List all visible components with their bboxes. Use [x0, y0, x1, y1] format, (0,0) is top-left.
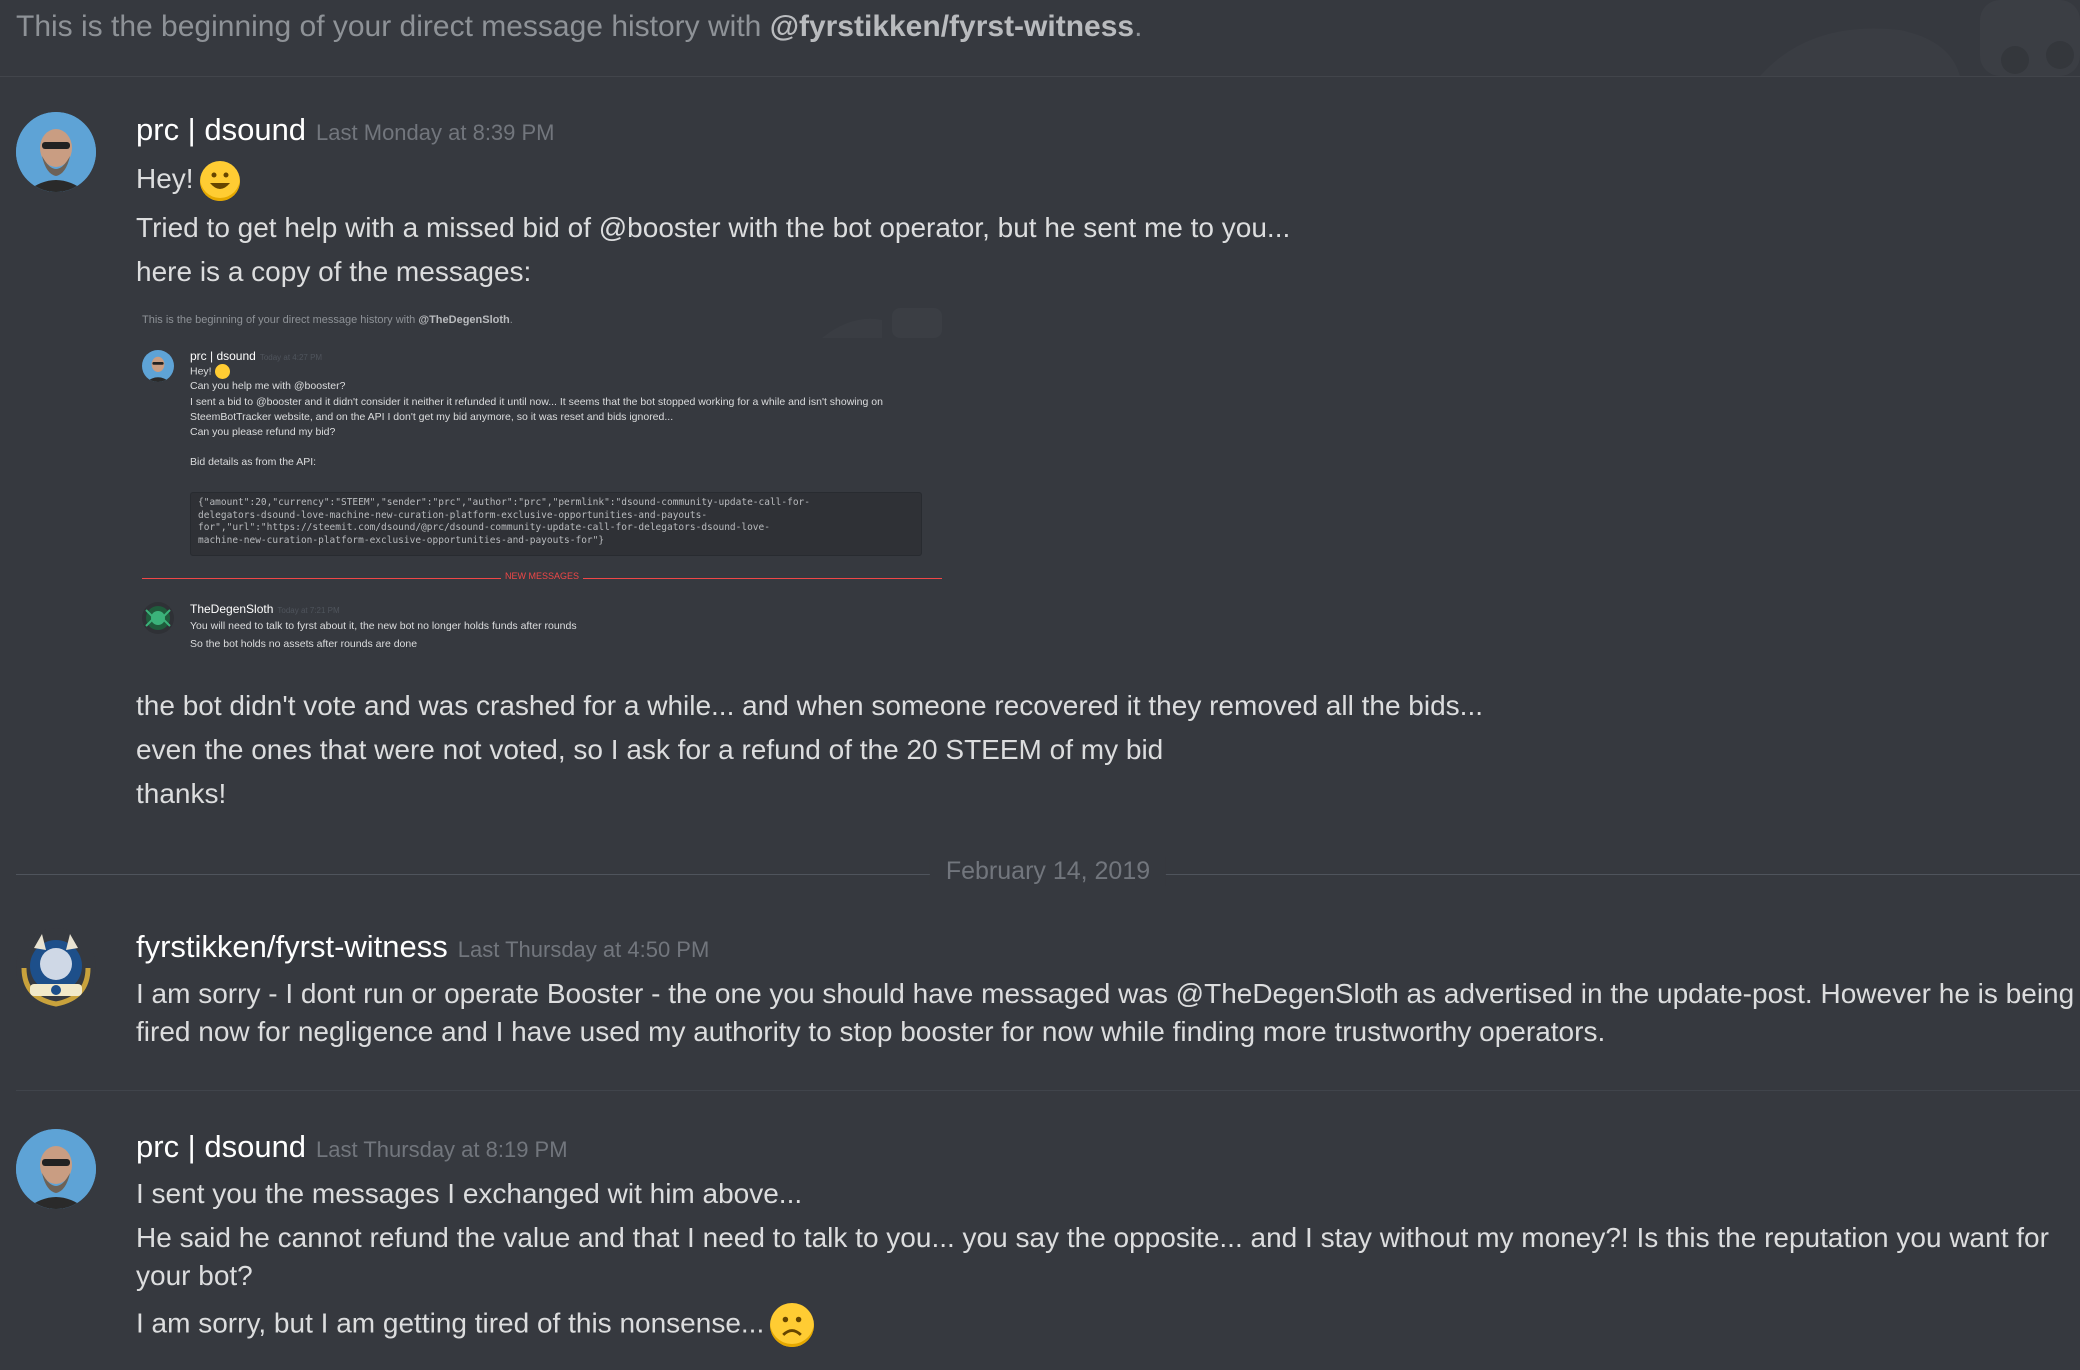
embed-code-block: {"amount":20,"currency":"STEEM","sender"… [190, 492, 922, 556]
username[interactable]: prc | dsound [136, 112, 306, 147]
message-header: prc | dsound Last Thursday at 8:19 PM [136, 1129, 568, 1165]
message-line: the bot didn't vote and was crashed for … [136, 690, 1484, 721]
timestamp: Last Thursday at 4:50 PM [457, 937, 710, 962]
message-line: here is a copy of the messages: [136, 256, 532, 287]
embed-line: I sent a bid to @booster and it didn't c… [190, 396, 883, 408]
message-separator [16, 1090, 2080, 1091]
message-line: He said he cannot refund the value and t… [136, 1222, 2049, 1253]
attached-screenshot[interactable]: This is the beginning of your direct mes… [136, 302, 942, 658]
embed-line: So the bot holds no assets after rounds … [190, 638, 418, 650]
smiley-emoji-icon [214, 364, 230, 379]
avatar-prc-dsound[interactable] [16, 112, 96, 192]
embed-decoration-icon [822, 308, 942, 338]
date-divider-label: February 14, 2019 [929, 857, 1167, 886]
message-line: even the ones that were not voted, so I … [136, 734, 1164, 765]
embed-line: SteemBotTracker website, and on the API … [190, 411, 674, 423]
user-avatar-icon [16, 112, 96, 192]
embed-line: Can you please refund my bid? [190, 426, 336, 438]
embed-username: prc | dsound Today at 4:27 PM [190, 349, 323, 363]
embed-line: Hey! [190, 364, 230, 379]
embed-username: TheDegenSloth Today at 7:21 PM [190, 602, 340, 616]
message-line: Tried to get help with a missed bid of @… [136, 212, 1291, 243]
dm-history-text: This is the beginning of your direct mes… [16, 10, 1143, 43]
frowning-emoji-icon [770, 1303, 815, 1347]
message-line: I am sorry - I dont run or operate Boost… [136, 978, 2075, 1009]
embed-line: Can you help me with @booster? [190, 380, 346, 392]
message-line: thanks! [136, 778, 227, 809]
timestamp: Last Monday at 8:39 PM [316, 120, 555, 145]
avatar-fyrstikken[interactable] [16, 928, 96, 1008]
smiley-emoji-icon [199, 160, 240, 201]
message-header: fyrstikken/fyrst-witness Last Thursday at… [136, 929, 709, 965]
avatar-prc-dsound[interactable] [16, 1129, 96, 1209]
user-avatar-icon [142, 350, 174, 382]
embed-avatar-degensloth [142, 602, 174, 634]
embed-avatar-prc [142, 350, 174, 382]
embed-banner: This is the beginning of your direct mes… [142, 314, 513, 326]
new-messages-divider: NEW MESSAGES [142, 571, 942, 581]
sloth-avatar-icon [145, 606, 171, 630]
timestamp: Last Thursday at 8:19 PM [316, 1137, 568, 1162]
date-divider: February 14, 2019 [16, 857, 2080, 886]
message-line: your bot? [136, 1260, 253, 1291]
message-line: I sent you the messages I exchanged wit … [136, 1178, 803, 1209]
username[interactable]: fyrstikken/fyrst-witness [136, 929, 448, 964]
message-line: Hey! [136, 160, 2060, 201]
message-line: fired now for negligence and I have used… [136, 1016, 1606, 1047]
username[interactable]: prc | dsound [136, 1129, 306, 1164]
message-line: I am sorry, but I am getting tired of th… [136, 1303, 2060, 1347]
dm-history-banner: This is the beginning of your direct mes… [0, 0, 2080, 77]
message-header: prc | dsound Last Monday at 8:39 PM [136, 112, 555, 148]
banner-decoration-icon [1760, 0, 2080, 76]
embed-line: Bid details as from the API: [190, 456, 317, 468]
embed-line: You will need to talk to fyrst about it,… [190, 620, 577, 632]
recipient-handle[interactable]: @fyrstikken/fyrst-witness [770, 10, 1134, 43]
user-avatar-icon [16, 1129, 96, 1209]
viking-avatar-icon [21, 934, 91, 1007]
